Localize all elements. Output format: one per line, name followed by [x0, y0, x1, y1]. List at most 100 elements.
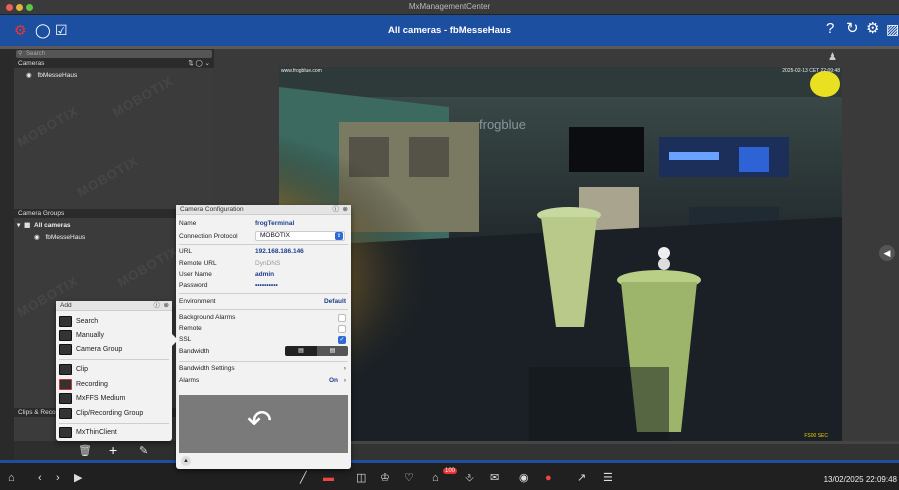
clips-header-label: Clips & Reco [18, 409, 56, 416]
door-icon[interactable]: ◫ [356, 473, 366, 484]
measure-icon[interactable]: ▬ [323, 473, 334, 484]
home-icon[interactable]: ⌂ [8, 473, 15, 484]
trash-icon[interactable]: 🗑 [78, 444, 92, 457]
add-item-label: Recording [76, 381, 108, 388]
camera-live-view[interactable]: www.frogblue.com 2025-02-13 CET 22:09:48… [279, 67, 842, 441]
url-row: URL 192.168.186.146 [179, 248, 348, 255]
preview-footer: ▲ [179, 456, 348, 466]
bottom-toolbar: ⌂ ‹ › ▶ ╱ ▬ ◫ ♔ ♡ ⌂ 100 ⎀ ✉ ◉ ● ↗ ☰ 13/0… [0, 460, 899, 490]
help-icon[interactable]: ? [826, 21, 834, 36]
background-alarms-label: Background Alarms [179, 314, 236, 321]
sort-icon[interactable]: ⇅ ◯ ⌄ [188, 59, 210, 68]
add-menu-header: Add ⓘ ⊗ [56, 301, 172, 311]
divider [59, 423, 169, 424]
add-manually-item[interactable]: Manually [59, 330, 167, 342]
add-clip-recording-group-item[interactable]: Clip/Recording Group [59, 408, 167, 420]
close-icon[interactable]: ⊗ [164, 301, 169, 311]
expand-icon[interactable]: ▨ [886, 22, 899, 36]
ssl-checkbox[interactable]: ✓ [338, 336, 346, 344]
bandwidth-hd-toggle[interactable]: ▤ [285, 346, 317, 356]
add-item-label: MxThinClient [76, 429, 117, 436]
export-icon[interactable]: ↗ [577, 473, 586, 484]
alarms-row[interactable]: Alarms On › [179, 377, 348, 384]
group-all-cameras[interactable]: ▾ ▦ All cameras [17, 221, 71, 229]
add-menu: Add ⓘ ⊗ Search Manually Camera Group Cli… [56, 301, 172, 441]
settings-icon[interactable]: ⚙ [866, 21, 879, 36]
add-icon[interactable]: + [109, 442, 117, 458]
camera-label: fbMesseHaus [45, 234, 86, 241]
search-placeholder: Search [26, 51, 46, 57]
mobotix-watermark: MOBOTIX [14, 103, 81, 150]
password-field[interactable]: •••••••••• [255, 282, 278, 289]
alarms-label: Alarms [179, 377, 200, 384]
divider [179, 309, 348, 310]
search-icon: ⚲ [18, 51, 23, 57]
bell-icon[interactable]: ⎀ [465, 473, 474, 484]
remote-checkbox[interactable] [338, 325, 346, 333]
add-menu-title: Add [60, 302, 72, 309]
folder-icon [59, 408, 72, 419]
close-icon[interactable]: ⊗ [343, 205, 348, 215]
edit-group-icon[interactable]: ✎ [139, 444, 148, 457]
person-icon[interactable]: ♟ [828, 52, 837, 63]
add-camera-group-item[interactable]: Camera Group [59, 344, 167, 356]
search-bar: ⚲ Search [14, 49, 214, 59]
mail-icon[interactable]: ✉ [490, 473, 499, 484]
sensor-icon[interactable]: ♔ [380, 473, 390, 484]
remote-row: Remote [179, 325, 348, 333]
wand-icon[interactable]: ╱ [300, 473, 307, 484]
group-camera-item[interactable]: ◉ fbMesseHaus [34, 233, 85, 241]
disclosure-triangle-icon[interactable]: ▾ [17, 222, 20, 229]
add-item-label: MxFFS Medium [76, 395, 126, 402]
remote-url-row: Remote URL DynDNS [179, 260, 348, 267]
background-alarms-checkbox[interactable] [338, 314, 346, 322]
bandwidth-label: Bandwidth [179, 348, 210, 355]
record-icon[interactable]: ● [545, 473, 552, 484]
camera-list-item[interactable]: ◉ fbMesseHaus [26, 71, 77, 79]
add-search-item[interactable]: Search [59, 316, 167, 328]
back-icon[interactable]: ‹ [38, 473, 42, 484]
search-camera-icon [59, 316, 72, 327]
player-icon[interactable]: ▶ [74, 473, 82, 484]
password-label: Password [179, 282, 208, 289]
divider [179, 293, 348, 294]
bandwidth-sd-toggle[interactable]: ▤ [317, 346, 348, 356]
mobotix-watermark: MOBOTIX [74, 153, 141, 200]
snapshot-icon[interactable]: ◉ [519, 473, 529, 484]
thermometer-icon[interactable]: ♡ [404, 473, 414, 484]
forward-icon[interactable]: › [56, 473, 60, 484]
environment-value[interactable]: Default [324, 298, 346, 305]
overlay-url: www.frogblue.com [281, 68, 322, 74]
add-mxffs-item[interactable]: MxFFS Medium [59, 393, 167, 405]
refresh-icon[interactable]: ↻ [846, 21, 859, 36]
url-field[interactable]: 192.168.186.146 [255, 248, 304, 255]
bandwidth-settings-row[interactable]: Bandwidth Settings › [179, 365, 348, 372]
protocol-select[interactable]: MOBOTIX ⇕ [255, 231, 345, 241]
speaker-icon[interactable]: ◀ [879, 245, 895, 261]
overlay-status: FS00 SEC [804, 433, 828, 439]
protocol-value: MOBOTIX [260, 232, 290, 239]
alarm-count-badge: 100 [443, 468, 458, 474]
divider [179, 361, 348, 362]
name-label: Name [179, 220, 197, 227]
overlay-timestamp: 2025-02-13 CET 22:09:48 [782, 68, 840, 74]
clock: 13/02/2025 22:09:48 [823, 475, 897, 484]
list-icon[interactable]: ☰ [603, 473, 613, 484]
background-alarms-row: Background Alarms [179, 314, 348, 322]
search-input[interactable]: ⚲ Search [16, 50, 212, 58]
environment-label: Environment [179, 298, 216, 305]
environment-row[interactable]: Environment Default [179, 298, 348, 305]
add-mxthinclient-item[interactable]: MxThinClient [59, 427, 167, 439]
help-icon[interactable]: ⓘ [333, 205, 340, 215]
landscape-icon[interactable]: ▲ [181, 456, 191, 466]
remote-url-field[interactable]: DynDNS [255, 260, 280, 267]
user-field[interactable]: admin [255, 271, 274, 278]
add-recording-item[interactable]: Recording [59, 379, 167, 391]
building-icon[interactable]: ⌂ [432, 473, 439, 484]
add-clip-item[interactable]: Clip [59, 364, 167, 376]
popover-arrow [172, 334, 178, 346]
storage-medium-icon [59, 393, 72, 404]
alarms-value: On [328, 377, 338, 384]
help-icon[interactable]: ⓘ [154, 301, 161, 311]
name-field[interactable]: frogTerminal [255, 220, 294, 227]
